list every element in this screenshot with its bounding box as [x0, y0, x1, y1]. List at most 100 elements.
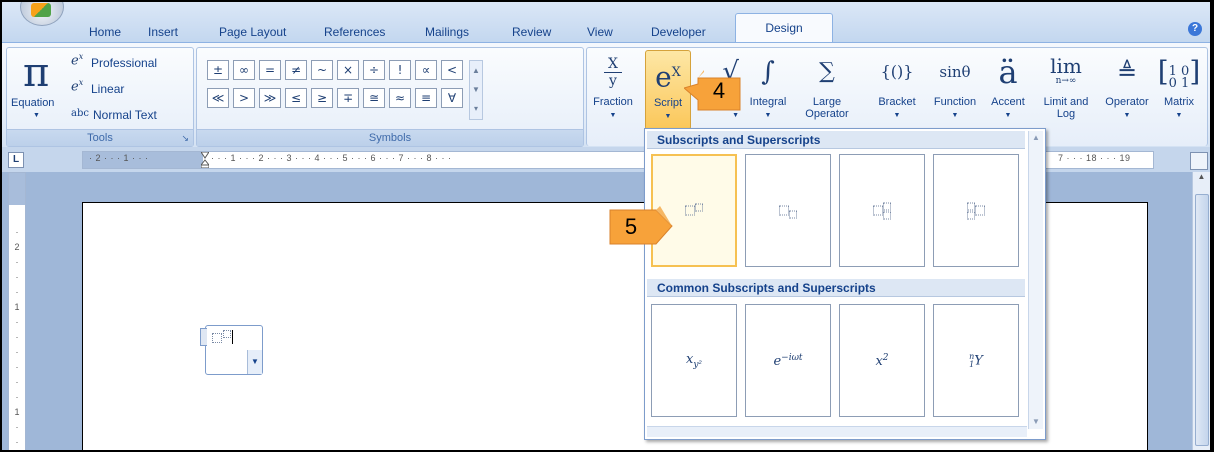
- professional-label: Professional: [91, 56, 158, 70]
- office-button[interactable]: [20, 2, 64, 26]
- symbols-group-label: Symbols: [197, 129, 583, 146]
- function-icon: sinθ: [939, 63, 971, 81]
- gallery-more-icon[interactable]: ▾: [470, 99, 482, 118]
- text-cursor: [232, 330, 233, 344]
- subscript-superscript-option[interactable]: [839, 154, 925, 267]
- indent-marker-icon[interactable]: [201, 152, 209, 168]
- scroll-down-icon[interactable]: ▼: [1029, 415, 1043, 429]
- step-5-callout: 5: [606, 204, 674, 246]
- operator-button[interactable]: ≜ Operator ▼: [1099, 50, 1155, 128]
- limit-log-label: Limit and Log: [1043, 96, 1089, 120]
- gallery-scrollbar[interactable]: ▲ ▼: [1028, 131, 1043, 429]
- matrix-button[interactable]: [1 00 1] Matrix ▼: [1155, 50, 1203, 128]
- tab-view[interactable]: View: [587, 22, 613, 42]
- tab-mailings[interactable]: Mailings: [425, 22, 469, 42]
- symbol-much-greater[interactable]: ≫: [259, 88, 281, 108]
- symbol-proportional[interactable]: ∝: [415, 60, 437, 80]
- scroll-up-icon[interactable]: ▲: [1029, 131, 1043, 145]
- script-gallery: Subscripts and Superscripts Common Subsc…: [644, 128, 1046, 440]
- tab-references[interactable]: References: [324, 22, 385, 42]
- common-script-e-exponent[interactable]: e−iωt: [745, 304, 831, 417]
- vertical-ruler[interactable]: ·2···1······1··2: [8, 172, 26, 450]
- fraction-icon: X y: [591, 56, 635, 100]
- symbol-not-equal[interactable]: ≠: [285, 60, 307, 80]
- linear-label: Linear: [91, 82, 125, 96]
- word-window: Home Insert Page Layout References Maili…: [2, 2, 1210, 450]
- symbol-minus-plus[interactable]: ∓: [337, 88, 359, 108]
- symbol-much-less[interactable]: ≪: [207, 88, 229, 108]
- dialog-launcher-icon[interactable]: ↘: [181, 133, 189, 144]
- ruler-numbers: · · · 1 · · · 2 · · · 3 · · · 4 · · · 5 …: [211, 153, 452, 163]
- tab-insert[interactable]: Insert: [148, 22, 178, 42]
- tab-page-layout[interactable]: Page Layout: [219, 22, 286, 42]
- tab-developer[interactable]: Developer: [651, 22, 706, 42]
- equation-handle[interactable]: [200, 328, 207, 346]
- matrix-label: Matrix: [1164, 96, 1194, 108]
- accent-button[interactable]: ä Accent ▼: [985, 50, 1031, 128]
- accent-label: Accent: [991, 96, 1025, 108]
- symbol-for-all[interactable]: ∀: [441, 88, 463, 108]
- symbol-factorial[interactable]: !: [389, 60, 411, 80]
- scroll-up-icon[interactable]: ▲: [1193, 172, 1210, 184]
- symbol-greater-than[interactable]: >: [233, 88, 255, 108]
- bracket-label: Bracket: [878, 96, 916, 108]
- scroll-up-icon[interactable]: ▲: [470, 61, 482, 80]
- tab-review[interactable]: Review: [512, 22, 551, 42]
- symbol-equals[interactable]: =: [259, 60, 281, 80]
- step-4-number: 4: [712, 78, 726, 103]
- subscript-option[interactable]: [745, 154, 831, 267]
- office-logo-icon: [31, 3, 51, 17]
- normal-text-button[interactable]: abc Normal Text: [71, 106, 191, 124]
- chevron-down-icon: ▼: [33, 112, 40, 119]
- equation-button[interactable]: π Equation ▼: [7, 48, 69, 126]
- integral-label: Integral: [749, 96, 787, 108]
- symbol-divide[interactable]: ÷: [363, 60, 385, 80]
- professional-button[interactable]: ex Professional: [71, 52, 191, 72]
- equation-options-dropdown[interactable]: ▼: [247, 350, 262, 374]
- resize-grip[interactable]: [647, 426, 1027, 437]
- operator-label: Operator: [1105, 96, 1149, 108]
- symbols-gallery-scroll[interactable]: ▲ ▼ ▾: [469, 60, 483, 120]
- limit-log-button[interactable]: lim n→∞ Limit and Log: [1035, 50, 1097, 128]
- function-button[interactable]: sinθ Function ▼: [927, 50, 983, 128]
- professional-format-icon: ex: [71, 52, 84, 69]
- symbol-plus-minus[interactable]: ±: [207, 60, 229, 80]
- symbol-times[interactable]: ×: [337, 60, 359, 80]
- tab-selector[interactable]: L: [8, 152, 24, 168]
- symbol-greater-equal[interactable]: ≥: [311, 88, 333, 108]
- pi-icon: π: [23, 50, 50, 96]
- accent-icon: ä: [998, 53, 1018, 91]
- scroll-down-icon[interactable]: ▼: [470, 80, 482, 99]
- chevron-down-icon: ▼: [1123, 112, 1131, 119]
- symbol-tilde[interactable]: ~: [311, 60, 333, 80]
- left-subscript-superscript-option[interactable]: [933, 154, 1019, 267]
- help-icon[interactable]: ?: [1188, 22, 1202, 36]
- tab-home[interactable]: Home: [89, 22, 121, 42]
- symbol-approx[interactable]: ≈: [389, 88, 411, 108]
- chevron-down-icon: ▼: [1004, 112, 1012, 119]
- large-operator-button[interactable]: ∑ Large Operator: [799, 50, 855, 128]
- integral-button[interactable]: ∫ Integral ▼: [743, 50, 793, 128]
- linear-format-icon: ex: [71, 78, 84, 95]
- common-script-x-y-squared[interactable]: xy²: [651, 304, 737, 417]
- common-script-x-squared[interactable]: x2: [839, 304, 925, 417]
- chevron-down-icon: ▼: [664, 113, 672, 120]
- equation-placeholder[interactable]: ▼: [200, 325, 263, 375]
- symbol-congruent[interactable]: ≅: [363, 88, 385, 108]
- scrollbar-thumb[interactable]: [1195, 194, 1209, 446]
- equation-label: Equation: [11, 97, 55, 109]
- gallery-section-common: Common Subscripts and Superscripts: [647, 279, 1025, 297]
- symbol-identical[interactable]: ≡: [415, 88, 437, 108]
- bracket-button[interactable]: {()} Bracket ▼: [867, 50, 927, 128]
- view-ruler-icon[interactable]: [1190, 152, 1208, 170]
- symbol-less-equal[interactable]: ≤: [285, 88, 307, 108]
- linear-button[interactable]: ex Linear: [71, 78, 191, 98]
- vertical-scrollbar[interactable]: ▲: [1192, 172, 1210, 450]
- symbol-less-than[interactable]: <: [441, 60, 463, 80]
- fraction-button[interactable]: X y Fraction ▼: [591, 50, 635, 128]
- step-5-number: 5: [624, 214, 638, 239]
- symbol-infinity[interactable]: ∞: [233, 60, 255, 80]
- common-script-prescript-y[interactable]: n1Y: [933, 304, 1019, 417]
- tab-design[interactable]: Design: [735, 13, 833, 43]
- step-4-callout: 4: [684, 70, 746, 112]
